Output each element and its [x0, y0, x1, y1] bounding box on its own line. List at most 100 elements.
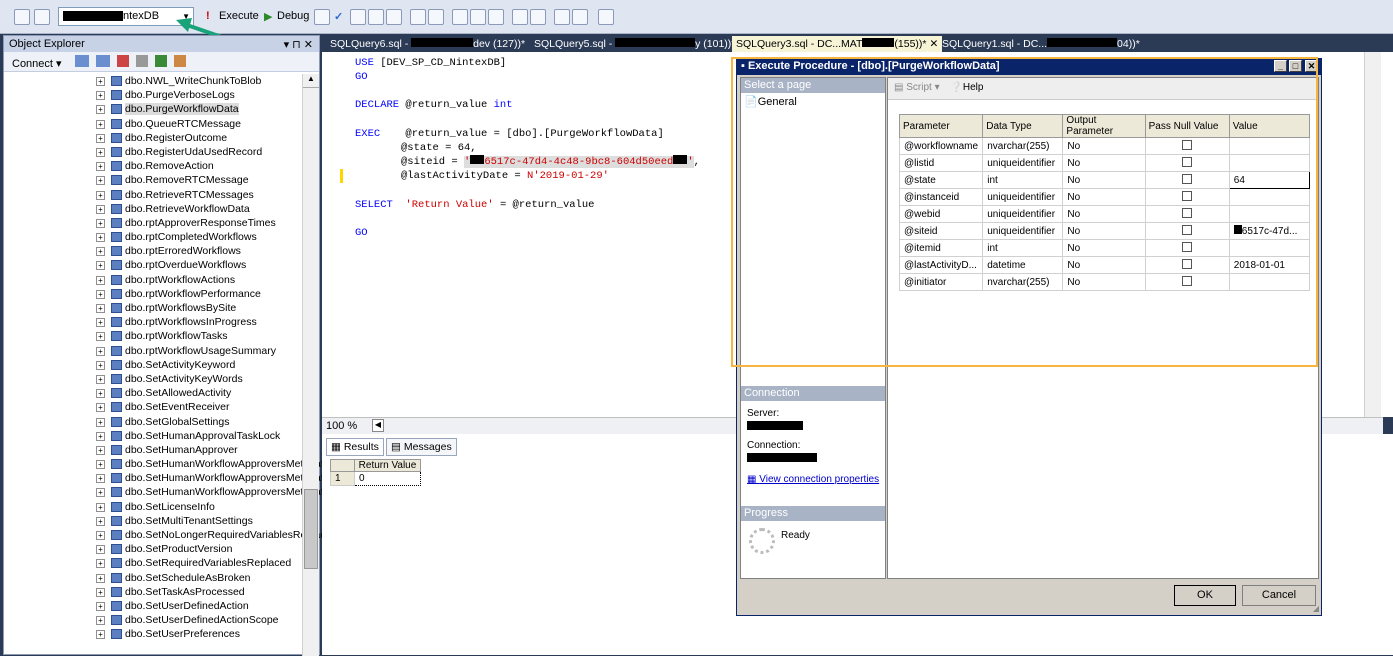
- column-header[interactable]: Parameter: [898, 114, 984, 138]
- ok-button[interactable]: OK: [1174, 585, 1236, 606]
- plan-icon[interactable]: [350, 9, 366, 25]
- expand-icon[interactable]: +: [96, 119, 105, 129]
- expand-icon[interactable]: +: [96, 601, 105, 611]
- tree-item[interactable]: + dbo.SetProductVersion: [4, 542, 304, 556]
- column-header[interactable]: Value: [1228, 114, 1311, 138]
- expand-icon[interactable]: +: [96, 77, 105, 86]
- specify-values-icon[interactable]: [598, 9, 614, 25]
- view-connection-properties-link[interactable]: ▦ View connection properties: [747, 474, 879, 485]
- pass-null-checkbox[interactable]: [1181, 156, 1192, 167]
- expand-icon[interactable]: +: [96, 630, 105, 640]
- expand-icon[interactable]: +: [96, 559, 105, 569]
- connect-button[interactable]: Connect: [12, 58, 53, 70]
- summary-icon[interactable]: [173, 55, 186, 67]
- pass-null-checkbox[interactable]: [1181, 224, 1192, 235]
- refresh-icon[interactable]: [154, 55, 167, 67]
- query-design-icon[interactable]: [368, 9, 384, 25]
- expand-icon[interactable]: +: [96, 616, 105, 626]
- tree-item[interactable]: + dbo.SetActivityKeyword: [4, 358, 304, 372]
- zoom-level[interactable]: 100 %: [326, 420, 357, 432]
- tab-sqlquery6[interactable]: SQLQuery6.sql - dev (127))*: [326, 36, 529, 52]
- tree-item[interactable]: + dbo.SetRequiredVariablesReplaced: [4, 556, 304, 570]
- tree-item[interactable]: + dbo.PurgeWorkflowData: [4, 102, 304, 116]
- client-stats-icon[interactable]: [428, 9, 444, 25]
- tree-item[interactable]: + dbo.QueueRTCMessage: [4, 117, 304, 131]
- expand-icon[interactable]: +: [96, 417, 105, 427]
- expand-icon[interactable]: +: [96, 233, 105, 243]
- expand-icon[interactable]: +: [96, 247, 105, 257]
- tab-messages[interactable]: ▤ Messages: [386, 438, 457, 456]
- disconnect-icon[interactable]: [95, 55, 110, 67]
- tree-item[interactable]: + dbo.rptWorkflowsBySite: [4, 301, 304, 315]
- tree-item[interactable]: + dbo.SetEventReceiver: [4, 400, 304, 414]
- tree-item[interactable]: + dbo.RetrieveWorkflowData: [4, 202, 304, 216]
- tree-item[interactable]: + dbo.SetUserDefinedActionScope: [4, 613, 304, 627]
- column-header[interactable]: Output Parameter: [1062, 114, 1146, 138]
- results-file-icon[interactable]: [488, 9, 504, 25]
- tree-item[interactable]: + dbo.SetLicenseInfo: [4, 500, 304, 514]
- tree-item[interactable]: + dbo.rptOverdueWorkflows: [4, 258, 304, 272]
- pass-null-checkbox[interactable]: [1181, 241, 1192, 252]
- tree-item[interactable]: + dbo.RemoveAction: [4, 159, 304, 173]
- value-input[interactable]: [1228, 205, 1311, 223]
- value-input[interactable]: [1228, 137, 1311, 155]
- tree-item[interactable]: + dbo.RegisterOutcome: [4, 131, 304, 145]
- expand-icon[interactable]: +: [96, 403, 105, 413]
- tree-item[interactable]: + dbo.NWL_WriteChunkToBlob: [4, 74, 304, 88]
- expand-icon[interactable]: +: [96, 289, 105, 299]
- help-button[interactable]: ❔Help: [950, 82, 983, 93]
- filter-icon[interactable]: [135, 55, 148, 67]
- expand-icon[interactable]: +: [96, 218, 105, 228]
- expand-icon[interactable]: +: [96, 304, 105, 313]
- expand-icon[interactable]: +: [96, 374, 105, 384]
- results-grid-icon[interactable]: [470, 9, 486, 25]
- tree-item[interactable]: + dbo.SetHumanApprover: [4, 443, 304, 457]
- value-input[interactable]: [1228, 239, 1311, 257]
- expand-icon[interactable]: +: [96, 318, 105, 328]
- tree-item[interactable]: + dbo.rptErroredWorkflows: [4, 244, 304, 258]
- tab-sqlquery3[interactable]: SQLQuery3.sql - DC...MAT (155))* ✕: [732, 36, 943, 52]
- tree-item[interactable]: + dbo.rptWorkflowsInProgress: [4, 315, 304, 329]
- tree-item[interactable]: + dbo.rptWorkflowPerformance: [4, 287, 304, 301]
- tab-results[interactable]: ▦ Results: [326, 438, 384, 456]
- column-header[interactable]: Return Value: [354, 459, 421, 472]
- stop-icon[interactable]: [314, 9, 330, 25]
- execute-button[interactable]: Execute: [219, 10, 259, 22]
- tree-item[interactable]: + dbo.SetHumanWorkflowApproversMetadatal: [4, 485, 332, 499]
- pass-null-checkbox[interactable]: [1181, 258, 1192, 269]
- expand-icon[interactable]: +: [96, 460, 105, 470]
- column-header[interactable]: Pass Null Value: [1144, 114, 1230, 138]
- tab-sqlquery5[interactable]: SQLQuery5.sql - y (101))*: [530, 36, 739, 52]
- tree-item[interactable]: + dbo.SetUserDefinedAction: [4, 599, 304, 613]
- column-header[interactable]: Data Type: [982, 114, 1064, 138]
- expand-icon[interactable]: +: [96, 474, 105, 484]
- expand-icon[interactable]: +: [96, 545, 105, 555]
- pass-null-checkbox[interactable]: [1181, 173, 1192, 184]
- scrollbar-thumb[interactable]: [304, 489, 318, 569]
- pass-null-checkbox[interactable]: [1181, 190, 1192, 201]
- tree-item[interactable]: + dbo.SetTaskAsProcessed: [4, 585, 304, 599]
- tree-item[interactable]: + dbo.SetHumanWorkflowApproversMetadata_: [4, 471, 336, 485]
- minimize-icon[interactable]: _: [1274, 60, 1287, 72]
- tab-sqlquery1[interactable]: SQLQuery1.sql - DC... 04))*: [938, 36, 1144, 52]
- stop-icon[interactable]: [116, 55, 129, 67]
- tree-item[interactable]: + dbo.SetNoLongerRequiredVariablesReplace…: [4, 528, 337, 542]
- expand-icon[interactable]: +: [96, 162, 105, 172]
- pass-null-checkbox[interactable]: [1181, 207, 1192, 218]
- uncomment-icon[interactable]: [530, 9, 546, 25]
- tree-item[interactable]: + dbo.rptWorkflowTasks: [4, 329, 304, 343]
- grip-icon[interactable]: [14, 9, 30, 25]
- expand-icon[interactable]: +: [96, 204, 105, 214]
- value-input[interactable]: 6517c-47d...: [1228, 222, 1311, 240]
- tree-item[interactable]: + dbo.SetScheduleAsBroken: [4, 571, 304, 585]
- tree-item[interactable]: + dbo.rptApproverResponseTimes: [4, 216, 304, 230]
- expand-icon[interactable]: +: [96, 147, 105, 157]
- expand-icon[interactable]: +: [96, 531, 105, 540]
- debug-button[interactable]: Debug: [277, 10, 309, 22]
- expand-icon[interactable]: +: [96, 346, 105, 356]
- expand-icon[interactable]: +: [96, 261, 105, 271]
- expand-icon[interactable]: +: [96, 275, 105, 285]
- tree-item[interactable]: + dbo.SetUserPreferences: [4, 627, 304, 641]
- expand-icon[interactable]: +: [96, 573, 105, 583]
- panel-controls[interactable]: ▾ ⊓ ✕: [284, 38, 313, 51]
